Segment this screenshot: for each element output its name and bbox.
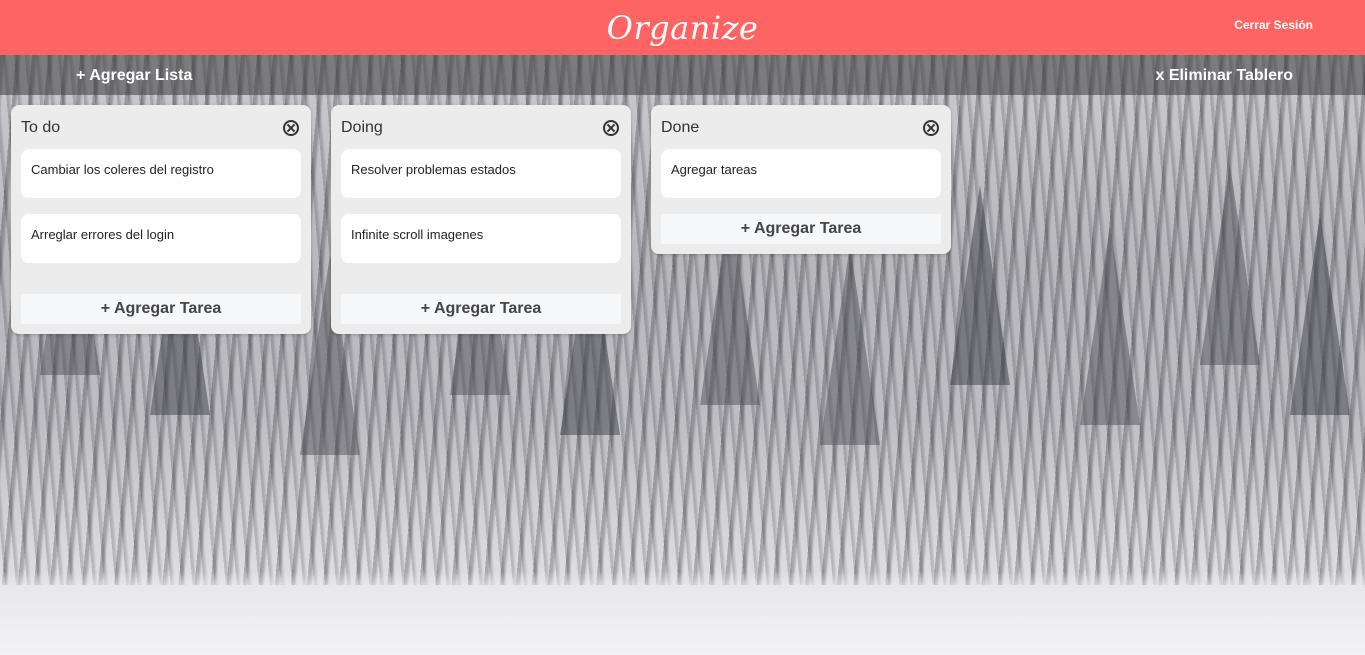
close-circle-icon[interactable] bbox=[603, 120, 619, 136]
add-task-button[interactable]: + Agregar Tarea bbox=[661, 214, 941, 244]
list-title: To do bbox=[21, 119, 61, 136]
app-header: Organize Cerrar Sesión bbox=[0, 0, 1365, 55]
board: To do Cambiar los coleres del registro A… bbox=[11, 105, 951, 334]
close-circle-icon[interactable] bbox=[283, 120, 299, 136]
list-header: Done bbox=[661, 115, 941, 141]
logout-button[interactable]: Cerrar Sesión bbox=[1234, 18, 1313, 32]
snow-ground bbox=[0, 585, 1365, 655]
list-title: Done bbox=[661, 119, 700, 136]
list-doing: Doing Resolver problemas estados Infinit… bbox=[331, 105, 631, 334]
list-todo: To do Cambiar los coleres del registro A… bbox=[11, 105, 311, 334]
list-done: Done Agregar tareas + Agregar Tarea bbox=[651, 105, 951, 254]
add-task-button[interactable]: + Agregar Tarea bbox=[21, 294, 301, 324]
list-header: To do bbox=[21, 115, 301, 141]
task-card[interactable]: Arreglar errores del login bbox=[21, 214, 301, 263]
task-card[interactable]: Agregar tareas bbox=[661, 149, 941, 198]
add-list-button[interactable]: + Agregar Lista bbox=[76, 67, 192, 85]
task-card[interactable]: Resolver problemas estados bbox=[341, 149, 621, 198]
list-title: Doing bbox=[341, 119, 383, 136]
task-card[interactable]: Cambiar los coleres del registro bbox=[21, 149, 301, 198]
close-circle-icon[interactable] bbox=[923, 120, 939, 136]
brand-logo: Organize bbox=[606, 8, 759, 47]
board-toolbar: + Agregar Lista x Eliminar Tablero bbox=[0, 55, 1365, 95]
task-card[interactable]: Infinite scroll imagenes bbox=[341, 214, 621, 263]
delete-board-button[interactable]: x Eliminar Tablero bbox=[1155, 67, 1293, 85]
list-header: Doing bbox=[341, 115, 621, 141]
add-task-button[interactable]: + Agregar Tarea bbox=[341, 294, 621, 324]
